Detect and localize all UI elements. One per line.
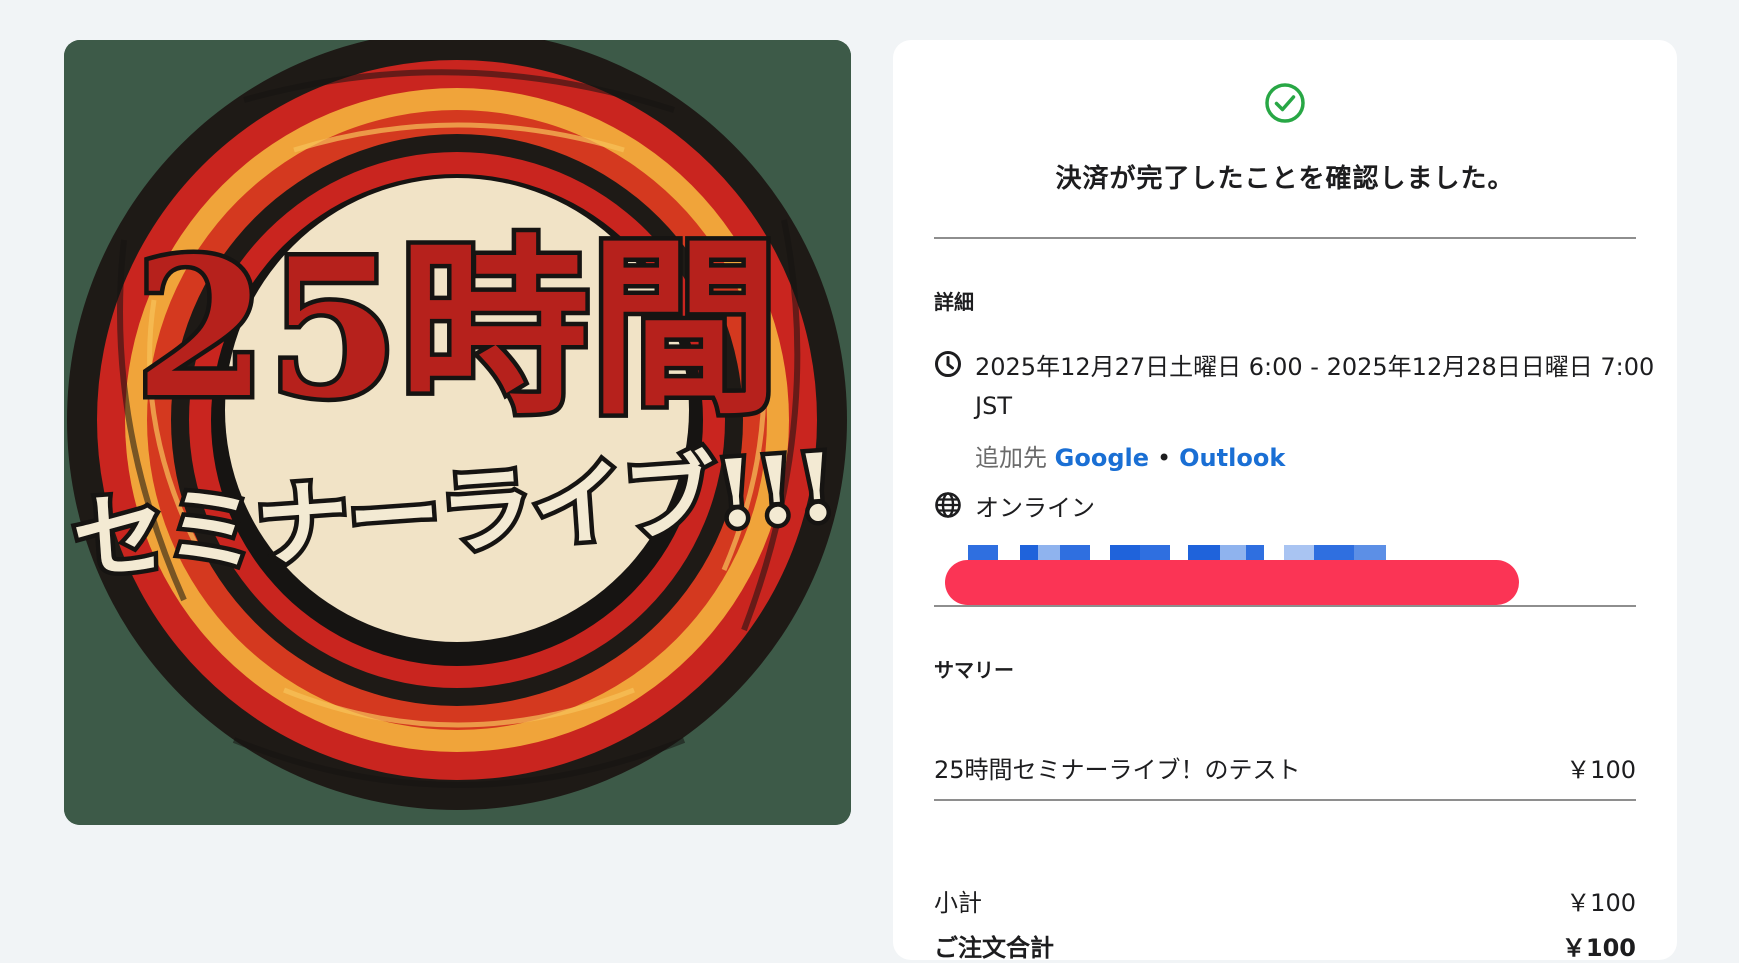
details-heading: 詳細 xyxy=(934,290,974,314)
separator-dot: • xyxy=(1157,444,1172,472)
event-location: オンライン xyxy=(975,494,1095,522)
line-item-price: ￥100 xyxy=(1566,756,1636,784)
cover-artwork: 25時間 セミナーライブ!!! xyxy=(64,40,851,825)
add-to-label: 追加先 xyxy=(975,444,1047,472)
summary-heading: サマリー xyxy=(934,658,1014,682)
check-circle-icon xyxy=(1265,83,1305,123)
order-total-label: ご注文合計 xyxy=(934,934,1054,962)
divider xyxy=(934,237,1636,239)
add-to-outlook-link[interactable]: Outlook xyxy=(1179,444,1285,472)
order-confirmation-card: 決済が完了したことを確認しました。 詳細 2025年12月27日土曜日 6:00… xyxy=(893,40,1677,962)
add-to-google-link[interactable]: Google xyxy=(1055,444,1149,472)
order-total-value: ￥100 xyxy=(1561,934,1636,962)
add-to-calendar: 追加先 Google • Outlook xyxy=(975,438,1285,473)
divider xyxy=(934,605,1636,607)
clock-icon xyxy=(935,351,961,377)
redaction-bar xyxy=(945,560,1519,605)
subtotal-value: ￥100 xyxy=(1566,889,1636,917)
line-item-name: 25時間セミナーライブ！のテスト xyxy=(934,756,1301,784)
globe-icon xyxy=(935,492,961,518)
divider xyxy=(934,799,1636,801)
cover-title-main: 25時間 xyxy=(135,217,779,440)
event-datetime: 2025年12月27日土曜日 6:00 - 2025年12月28日日曜日 7:0… xyxy=(975,353,1655,420)
subtotal-label: 小計 xyxy=(934,889,982,917)
confirmation-title: 決済が完了したことを確認しました。 xyxy=(1055,164,1515,194)
event-cover-image: 25時間 セミナーライブ!!! xyxy=(64,40,851,825)
